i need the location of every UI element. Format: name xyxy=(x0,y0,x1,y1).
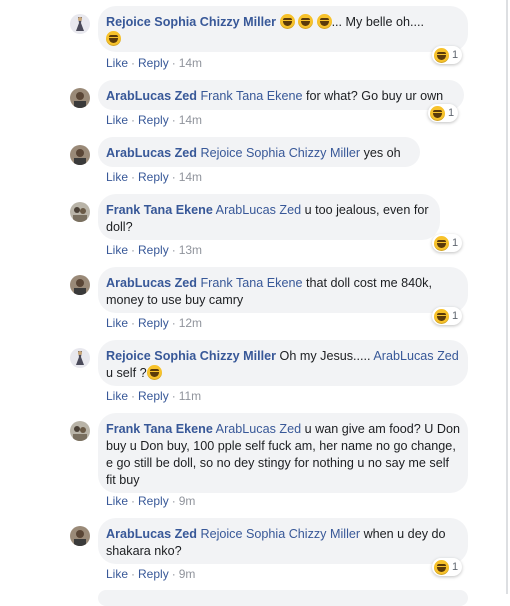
haha-reaction-icon xyxy=(434,47,449,63)
comment-actions: Like · Reply · 9m xyxy=(106,567,196,581)
reaction-count[interactable]: 1 xyxy=(432,307,463,325)
avatar[interactable] xyxy=(70,421,90,441)
avatar[interactable] xyxy=(70,145,90,165)
comment-author[interactable]: ArabLucas Zed xyxy=(106,527,197,541)
comment-bubble: ArabLucas Zed Rejoice Sophia Chizzy Mill… xyxy=(98,518,468,564)
mention-link[interactable]: ArabLucas Zed xyxy=(216,203,301,217)
comment-actions: Like · Reply · 14m xyxy=(106,113,203,127)
comment-actions: Like · Reply · 12m xyxy=(106,316,203,330)
comment-actions: Like · Reply · 11m xyxy=(106,389,202,403)
comment-actions: Like · Reply · 13m xyxy=(106,243,203,257)
laughing-emoji-icon xyxy=(298,14,314,29)
haha-reaction-icon xyxy=(434,308,449,324)
mention-link[interactable]: ArabLucas Zed xyxy=(216,422,301,436)
comment-bubble: ArabLucas Zed Rejoice Sophia Chizzy Mill… xyxy=(98,137,420,167)
mention-link[interactable]: Rejoice Sophia Chizzy Miller xyxy=(200,527,360,541)
mention-link[interactable]: ArabLucas Zed xyxy=(373,349,458,363)
timestamp[interactable]: 12m xyxy=(179,316,202,330)
comment-bubble: ArabLucas Zed Frank Tana Ekene that doll… xyxy=(98,267,468,313)
comment-author[interactable]: Rejoice Sophia Chizzy Miller xyxy=(106,349,276,363)
comment-text: yes oh xyxy=(360,146,401,160)
comment-bubble: Frank Tana Ekene ArabLucas Zed u too jea… xyxy=(98,194,440,240)
comment-actions: Like · Reply · 9m xyxy=(106,494,196,508)
comment-text: ... My belle oh.... xyxy=(331,15,424,29)
comments-panel: Rejoice Sophia Chizzy Miller ... My bell… xyxy=(0,0,508,606)
comment-author[interactable]: ArabLucas Zed xyxy=(106,146,197,160)
haha-reaction-icon xyxy=(434,559,449,575)
comment-bubble: Rejoice Sophia Chizzy Miller Oh my Jesus… xyxy=(98,340,468,386)
comment-actions: Like · Reply · 14m xyxy=(106,56,203,70)
laughing-emoji-icon xyxy=(279,14,295,29)
like-button[interactable]: Like xyxy=(106,243,128,257)
timestamp[interactable]: 14m xyxy=(179,56,202,70)
comment-author[interactable]: ArabLucas Zed xyxy=(106,276,197,290)
haha-reaction-icon xyxy=(430,105,445,121)
timestamp[interactable]: 9m xyxy=(179,567,196,581)
timestamp[interactable]: 14m xyxy=(179,113,202,127)
mention-link[interactable]: Frank Tana Ekene xyxy=(200,276,302,290)
like-button[interactable]: Like xyxy=(106,494,128,508)
reply-button[interactable]: Reply xyxy=(138,389,169,403)
mention-link[interactable]: Rejoice Sophia Chizzy Miller xyxy=(200,146,360,160)
avatar[interactable] xyxy=(70,275,90,295)
avatar[interactable] xyxy=(70,526,90,546)
haha-reaction-icon xyxy=(434,235,449,251)
like-button[interactable]: Like xyxy=(106,170,128,184)
avatar[interactable] xyxy=(70,202,90,222)
reply-button[interactable]: Reply xyxy=(138,567,169,581)
laughing-emoji-icon xyxy=(316,14,332,29)
comment-author[interactable]: Frank Tana Ekene xyxy=(106,422,213,436)
reaction-count[interactable]: 1 xyxy=(432,46,463,64)
comment-text-intro: Oh my Jesus..... xyxy=(276,349,374,363)
comment-author[interactable]: ArabLucas Zed xyxy=(106,89,197,103)
comment-bubble: ArabLucas Zed Frank Tana Ekene for what?… xyxy=(98,80,464,110)
avatar[interactable] xyxy=(70,88,90,108)
timestamp[interactable]: 14m xyxy=(179,170,202,184)
like-button[interactable]: Like xyxy=(106,56,128,70)
reply-button[interactable]: Reply xyxy=(138,113,169,127)
mention-link[interactable]: Frank Tana Ekene xyxy=(200,89,302,103)
reply-button[interactable]: Reply xyxy=(138,243,169,257)
reply-button[interactable]: Reply xyxy=(138,170,169,184)
avatar[interactable] xyxy=(70,348,90,368)
like-button[interactable]: Like xyxy=(106,316,128,330)
timestamp[interactable]: 11m xyxy=(179,389,201,403)
comment-text: u self ? xyxy=(106,366,147,380)
comment-bubble: Frank Tana Ekene ArabLucas Zed u wan giv… xyxy=(98,413,468,493)
comment-author[interactable]: Frank Tana Ekene xyxy=(106,203,213,217)
reaction-count[interactable]: 1 xyxy=(432,558,463,576)
comment-text: for what? Go buy ur own xyxy=(302,89,444,103)
like-button[interactable]: Like xyxy=(106,567,128,581)
timestamp[interactable]: 13m xyxy=(179,243,202,257)
comment-bubble-partial xyxy=(98,590,468,606)
comment-author[interactable]: Rejoice Sophia Chizzy Miller xyxy=(106,15,276,29)
like-button[interactable]: Like xyxy=(106,389,128,403)
comment-bubble: Rejoice Sophia Chizzy Miller ... My bell… xyxy=(98,6,468,52)
timestamp[interactable]: 9m xyxy=(179,494,196,508)
reply-button[interactable]: Reply xyxy=(138,56,169,70)
like-button[interactable]: Like xyxy=(106,113,128,127)
laughing-emoji-icon xyxy=(106,31,121,46)
avatar[interactable] xyxy=(70,14,90,34)
reply-button[interactable]: Reply xyxy=(138,316,169,330)
reaction-count[interactable]: 1 xyxy=(432,234,463,252)
laughing-emoji-icon xyxy=(146,365,162,380)
reaction-count[interactable]: 1 xyxy=(428,104,459,122)
reply-button[interactable]: Reply xyxy=(138,494,169,508)
comment-actions: Like · Reply · 14m xyxy=(106,170,203,184)
